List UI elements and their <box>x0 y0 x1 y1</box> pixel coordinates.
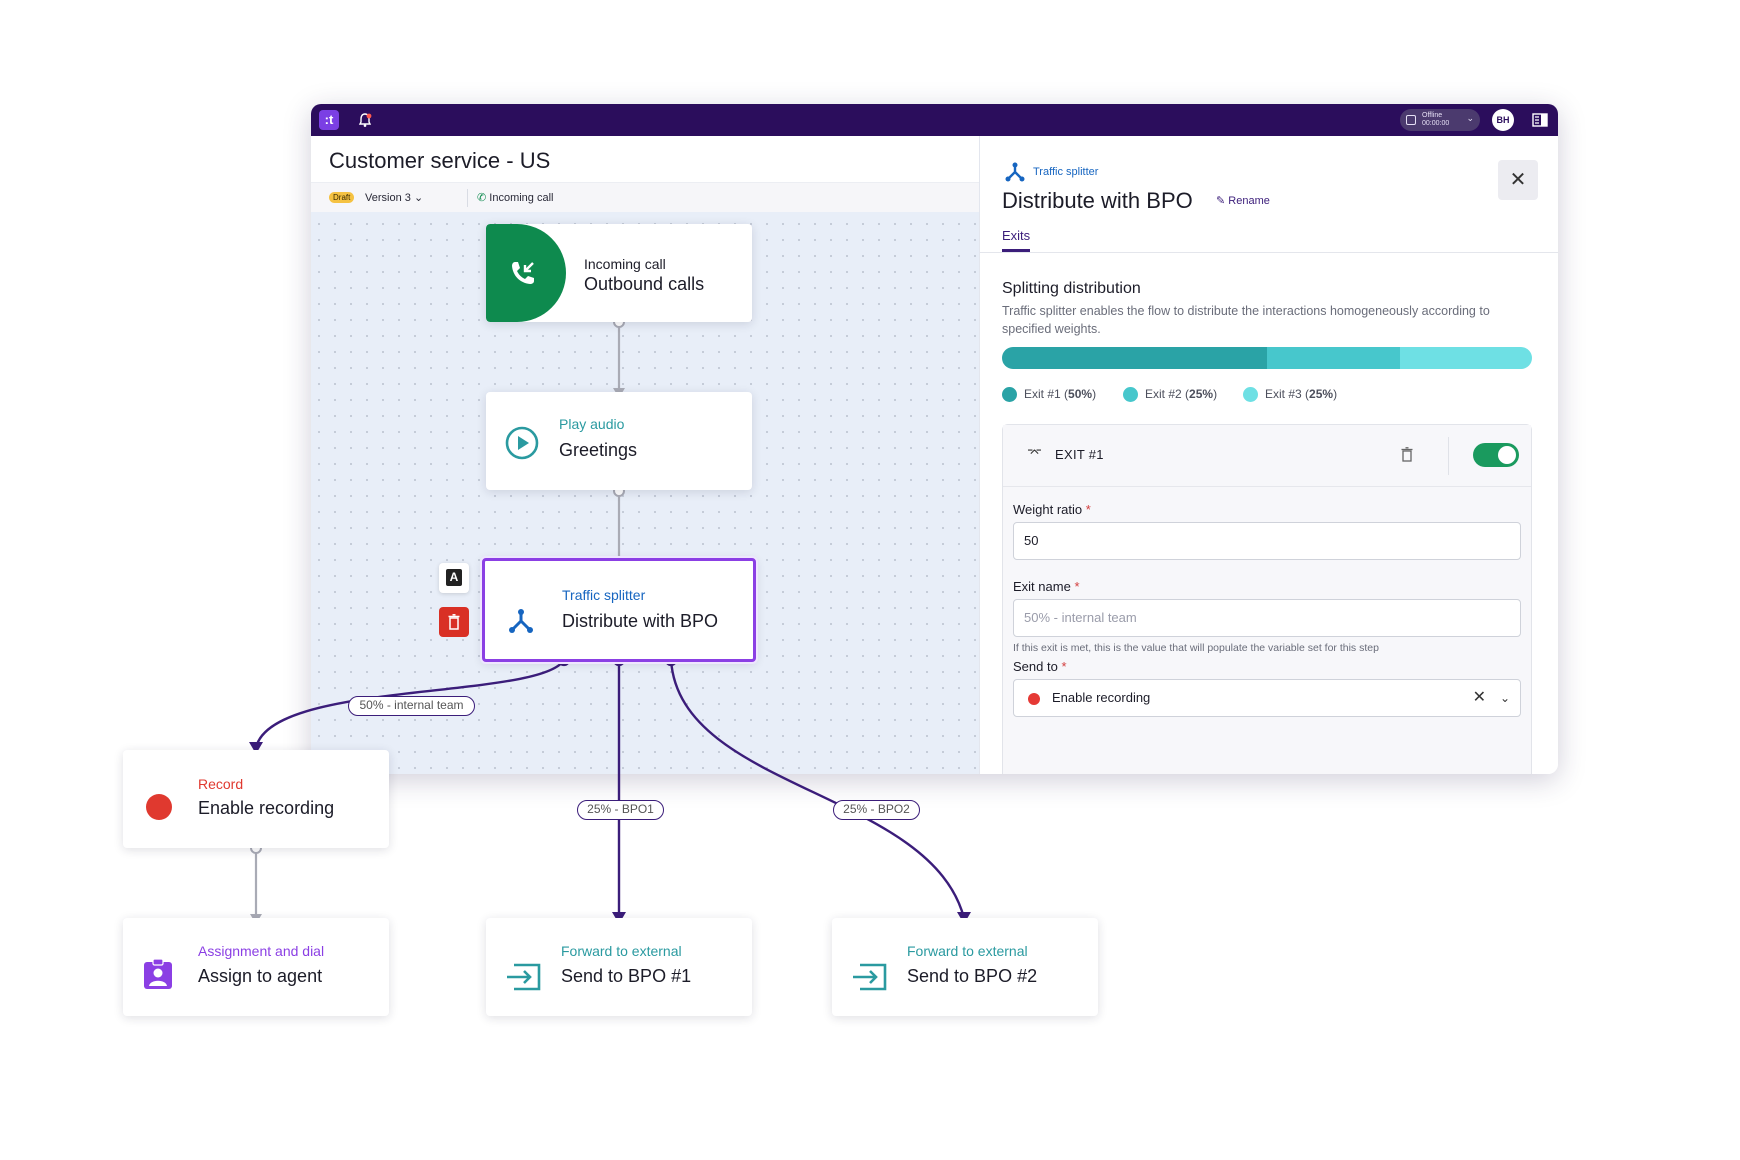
node-name: Distribute with BPO <box>562 611 719 631</box>
trash-icon <box>448 614 460 630</box>
node-type: Incoming call <box>584 256 666 272</box>
node-forward-bpo2[interactable]: Forward to external Send to BPO #2 <box>832 918 1098 1016</box>
node-traffic-splitter[interactable]: Traffic splitter Distribute with BPO <box>482 558 756 662</box>
node-forward-bpo1[interactable]: Forward to external Send to BPO #1 <box>486 918 752 1016</box>
record-dot-icon <box>146 794 172 820</box>
node-type: Record <box>198 776 244 792</box>
forward-external-icon <box>507 963 541 991</box>
node-type: Traffic splitter <box>562 587 646 603</box>
forward-external-icon <box>853 963 887 991</box>
annotate-button[interactable]: A <box>439 563 469 593</box>
edge-label-exit-2[interactable]: 25% - BPO1 <box>577 800 664 820</box>
node-play-audio[interactable]: Play audio Greetings <box>486 392 752 490</box>
node-type: Forward to external <box>561 943 682 959</box>
node-type: Play audio <box>559 416 625 432</box>
node-record[interactable]: Record Enable recording <box>123 750 389 848</box>
node-name: Send to BPO #1 <box>561 966 692 986</box>
text-a-icon: A <box>446 569 462 586</box>
node-name: Assign to agent <box>198 966 323 986</box>
incoming-call-icon <box>512 262 534 284</box>
edge-label-exit-3[interactable]: 25% - BPO2 <box>833 800 920 820</box>
node-type: Assignment and dial <box>198 943 325 959</box>
edge-label-exit-1[interactable]: 50% - internal team <box>348 696 475 716</box>
traffic-splitter-icon <box>509 609 533 633</box>
node-name: Send to BPO #2 <box>907 966 1038 986</box>
node-incoming-call[interactable]: Incoming call Outbound calls <box>486 224 752 322</box>
exit-3-connector <box>669 659 966 919</box>
node-type: Forward to external <box>907 943 1028 959</box>
play-circle-icon <box>505 426 539 460</box>
node-name: Greetings <box>559 440 638 460</box>
agent-badge-icon <box>144 958 172 989</box>
node-assignment-dial[interactable]: Assignment and dial Assign to agent <box>123 918 389 1016</box>
delete-node-button[interactable] <box>439 607 469 637</box>
node-name: Outbound calls <box>584 274 705 294</box>
node-name: Enable recording <box>198 798 335 818</box>
